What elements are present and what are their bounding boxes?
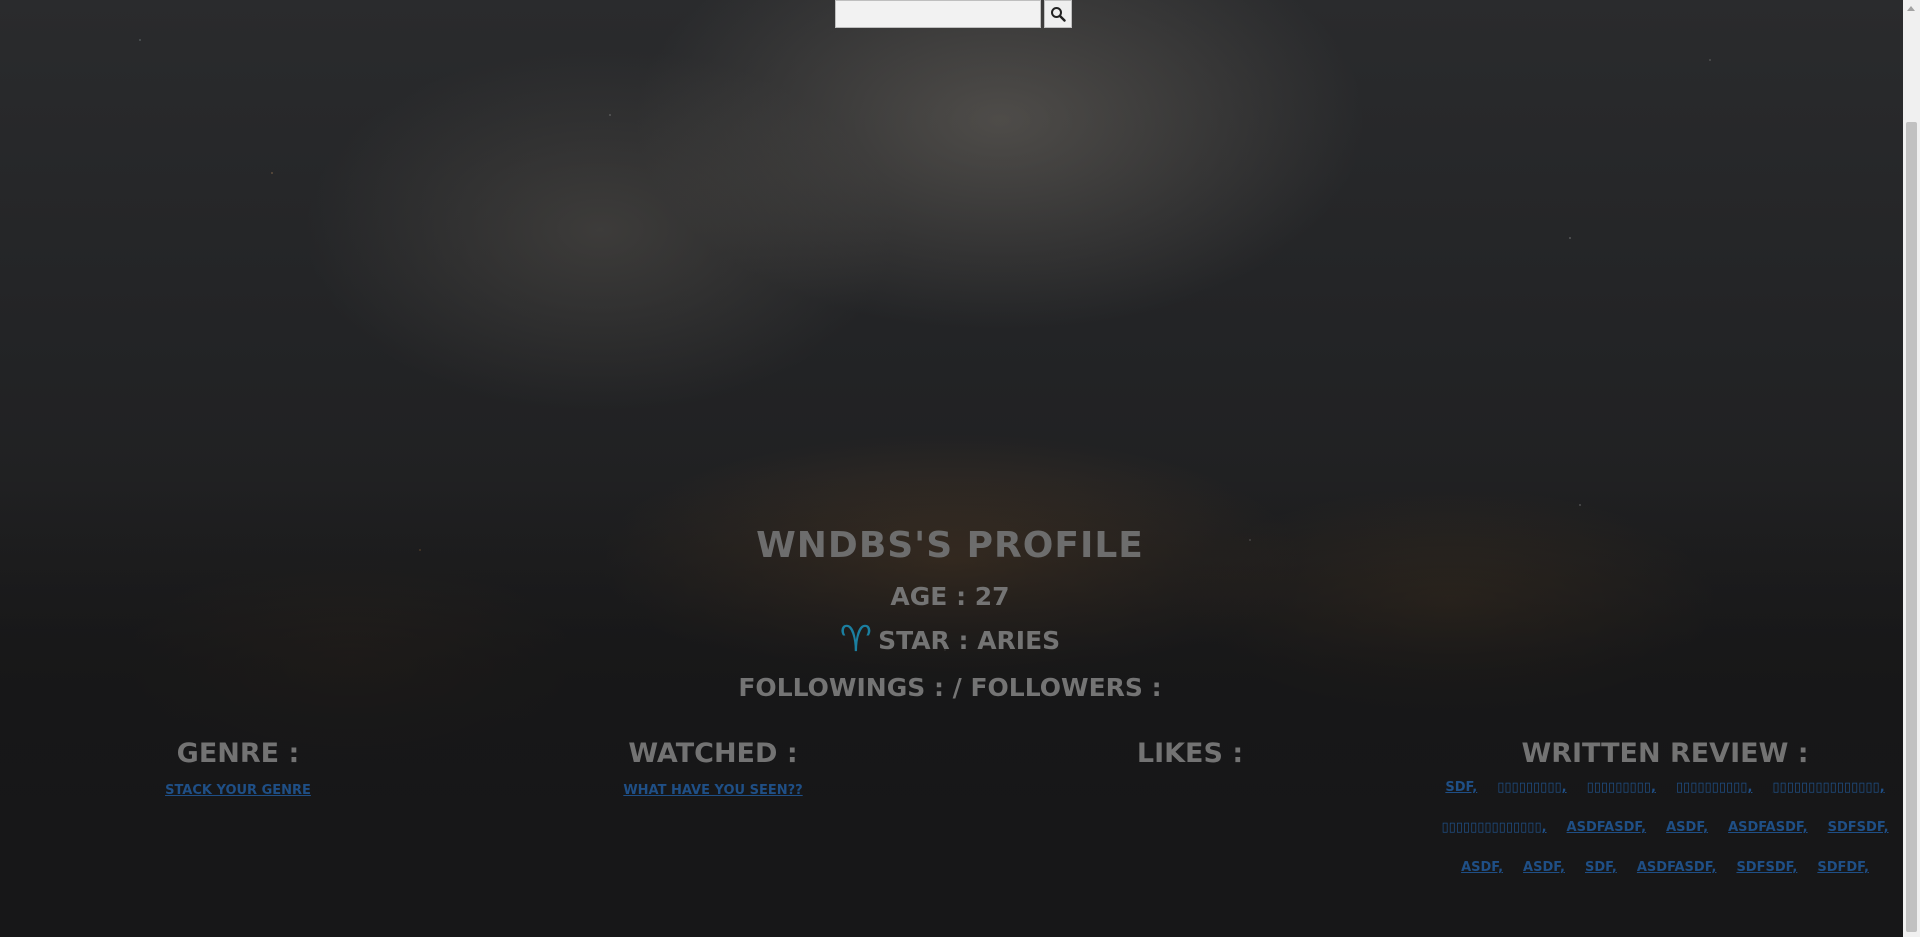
scrollbar-thumb[interactable] xyxy=(1906,122,1917,932)
genre-heading: GENRE : xyxy=(176,738,300,769)
review-link[interactable]: SDFSDF, xyxy=(1736,859,1797,877)
likes-section: LIKES : xyxy=(1110,738,1270,769)
review-list: SDF, ▯▯▯▯▯▯▯▯▯, ▯▯▯▯▯▯▯▯▯, ▯▯▯▯▯▯▯▯▯▯, ▯… xyxy=(1430,779,1900,877)
watched-link[interactable]: WHAT HAVE YOU SEEN?? xyxy=(623,783,802,798)
profile-follow-counts: FOLLOWINGS : / FOLLOWERS : xyxy=(738,673,1162,702)
likes-heading: LIKES : xyxy=(1136,738,1244,769)
review-link[interactable]: ▯▯▯▯▯▯▯▯▯, xyxy=(1497,779,1566,797)
review-link[interactable]: SDFDF, xyxy=(1817,859,1869,877)
genre-section: GENRE : STACK YOUR GENRE xyxy=(120,738,356,798)
review-link[interactable]: SDF, xyxy=(1585,859,1617,877)
aries-icon: ♈ xyxy=(839,619,873,660)
review-link[interactable]: ASDFASDF, xyxy=(1567,819,1647,837)
reviews-heading: WRITTEN REVIEW : xyxy=(1521,738,1809,769)
scroll-up-icon[interactable] xyxy=(1907,6,1915,11)
search-bar xyxy=(835,0,1072,28)
review-link[interactable]: ASDF, xyxy=(1666,819,1708,837)
profile-title: WNDBS'S PROFILE xyxy=(756,525,1144,566)
review-link[interactable]: ASDF, xyxy=(1461,859,1503,877)
watched-section: WATCHED : WHAT HAVE YOU SEEN?? xyxy=(590,738,836,798)
profile-star: ♈ STAR : ARIES xyxy=(0,622,1900,658)
review-link[interactable]: ▯▯▯▯▯▯▯▯▯▯, xyxy=(1676,779,1752,797)
reviews-section: WRITTEN REVIEW : SDF, ▯▯▯▯▯▯▯▯▯, ▯▯▯▯▯▯▯… xyxy=(1430,738,1900,877)
review-link[interactable]: ASDF, xyxy=(1523,859,1565,877)
page-scrollbar[interactable] xyxy=(1903,0,1920,937)
watched-heading: WATCHED : xyxy=(628,738,798,769)
search-input[interactable] xyxy=(835,0,1041,28)
review-link[interactable]: ▯▯▯▯▯▯▯▯▯▯▯▯▯▯, xyxy=(1441,819,1546,837)
review-link[interactable]: SDF, xyxy=(1445,779,1477,797)
search-icon xyxy=(1051,7,1066,22)
search-button[interactable] xyxy=(1044,0,1072,28)
profile-star-label: STAR : ARIES xyxy=(878,625,1061,655)
review-link[interactable]: ASDFASDF, xyxy=(1637,859,1717,877)
profile-age: AGE : 27 xyxy=(890,582,1010,611)
review-link[interactable]: ASDFASDF, xyxy=(1728,819,1808,837)
review-link[interactable]: ▯▯▯▯▯▯▯▯▯, xyxy=(1587,779,1656,797)
stack-genre-link[interactable]: STACK YOUR GENRE xyxy=(165,783,311,798)
review-link[interactable]: SDFSDF, xyxy=(1828,819,1889,837)
review-link[interactable]: ▯▯▯▯▯▯▯▯▯▯▯▯▯▯▯, xyxy=(1772,779,1884,797)
